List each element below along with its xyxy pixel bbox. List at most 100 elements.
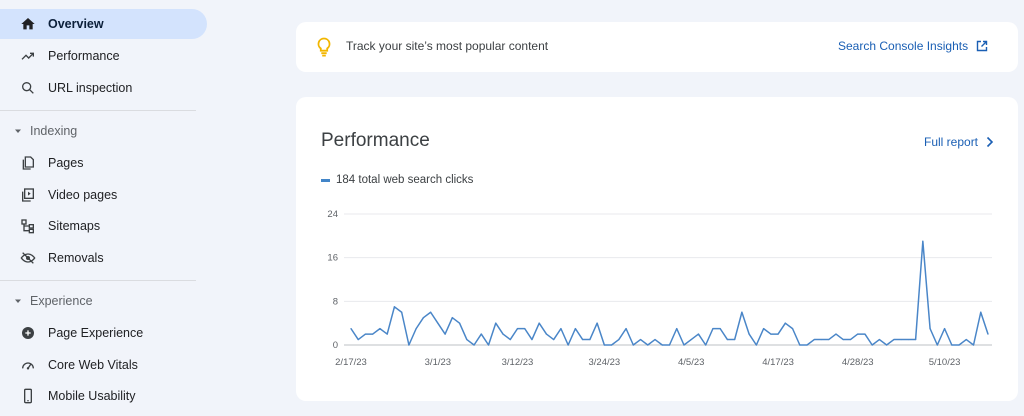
sidebar-item-url-inspection[interactable]: URL inspection (0, 73, 207, 103)
data-point (509, 338, 511, 341)
data-point (907, 338, 909, 341)
data-point (618, 338, 620, 341)
data-point (639, 338, 642, 341)
data-point (574, 328, 576, 330)
search-console-insights-link[interactable]: Search Console Insights (838, 39, 988, 53)
x-tick-label: 3/1/23 (425, 357, 451, 368)
data-point (458, 322, 461, 324)
y-tick-label: 24 (327, 209, 338, 220)
sidebar-item-pages[interactable]: Pages (0, 148, 207, 178)
sidebar-item-removals[interactable]: Removals (0, 243, 207, 273)
sidebar-section-indexing[interactable]: Indexing (0, 119, 77, 143)
data-point (357, 338, 359, 341)
sidebar-item-mobile-usability[interactable]: Mobile Usability (0, 381, 207, 411)
data-point (610, 344, 613, 346)
home-icon (19, 15, 37, 33)
data-point (915, 338, 917, 341)
data-point (632, 344, 634, 346)
page-experience-icon (19, 324, 37, 342)
sidebar-item-label: Video pages (48, 188, 118, 202)
data-point (965, 338, 967, 341)
data-point (516, 328, 519, 330)
legend-label: 184 total web search clicks (336, 174, 474, 186)
data-point (813, 338, 815, 341)
sidebar-item-sitemaps[interactable]: Sitemaps (0, 211, 207, 241)
data-point (582, 338, 584, 341)
data-point (791, 328, 794, 330)
performance-card: 0 8 16 24 2/17/23 3/1/23 3/12/23 3/24/23 4/5/23… (296, 97, 1018, 401)
data-point (770, 333, 772, 335)
data-point (748, 333, 750, 335)
data-point (951, 344, 953, 346)
sidebar-item-label: Core Web Vitals (48, 358, 138, 372)
data-point (676, 328, 678, 330)
data-point (878, 338, 881, 341)
insights-text: Track your site’s most popular content (346, 39, 549, 53)
sidebar-item-video-pages[interactable]: Video pages (0, 180, 207, 210)
data-point (502, 333, 504, 335)
full-report-link[interactable]: Full report (924, 135, 994, 149)
data-point (893, 338, 895, 341)
data-point (603, 344, 605, 346)
data-point (763, 328, 765, 330)
performance-title: Performance (321, 130, 430, 151)
sidebar-item-core-web-vitals[interactable]: Core Web Vitals (0, 350, 207, 380)
sidebar-item-label: Mobile Usability (48, 389, 136, 403)
data-point (741, 311, 743, 313)
clicks-series-line (350, 240, 989, 346)
data-point (922, 240, 924, 242)
sitemap-icon (19, 217, 37, 235)
data-point (828, 338, 830, 341)
data-point (886, 344, 888, 346)
data-point (900, 338, 902, 341)
data-point (437, 322, 439, 324)
data-point (647, 344, 649, 346)
sidebar-item-label: Sitemaps (48, 219, 101, 233)
data-point (480, 333, 482, 335)
y-tick-label: 8 (333, 296, 338, 307)
data-point (350, 328, 352, 330)
data-point (444, 333, 446, 335)
data-point (495, 322, 497, 324)
data-point (726, 338, 729, 341)
pages-icon (19, 154, 37, 172)
data-point (987, 333, 989, 335)
sidebar-section-experience[interactable]: Experience (0, 289, 93, 313)
section-label: Experience (30, 294, 93, 308)
y-tick-label: 16 (327, 253, 338, 264)
data-point (386, 333, 388, 335)
mobile-icon (19, 387, 37, 405)
data-point (943, 328, 946, 330)
data-point (401, 311, 403, 313)
data-point (393, 306, 396, 308)
caret-down-icon (12, 295, 24, 307)
data-point (379, 328, 381, 330)
section-label: Indexing (30, 124, 78, 138)
data-point (980, 311, 982, 313)
data-point (430, 311, 432, 313)
data-point (654, 338, 656, 341)
data-point (690, 338, 692, 341)
data-point (842, 338, 844, 341)
x-tick-label: 5/10/23 (929, 357, 961, 368)
sidebar-item-overview[interactable]: Overview (0, 9, 207, 39)
data-point (567, 344, 569, 346)
data-point (712, 328, 714, 330)
data-point (408, 344, 410, 346)
data-point (531, 338, 533, 341)
x-tick-label: 3/12/23 (502, 357, 534, 368)
data-point (936, 344, 938, 346)
legend-swatch (321, 178, 330, 182)
data-point (422, 317, 424, 319)
sidebar-item-page-experience[interactable]: Page Experience (0, 318, 207, 348)
data-point (466, 338, 468, 341)
x-tick-label: 4/5/23 (678, 357, 704, 368)
data-point (835, 333, 837, 335)
x-tick-label: 4/17/23 (762, 357, 794, 368)
caret-down-icon (12, 125, 24, 137)
data-point (734, 338, 736, 341)
lightbulb-icon (316, 37, 332, 57)
sidebar-item-performance[interactable]: Performance (0, 41, 207, 71)
data-point (849, 338, 852, 341)
sidebar-item-label: Pages (48, 156, 84, 170)
